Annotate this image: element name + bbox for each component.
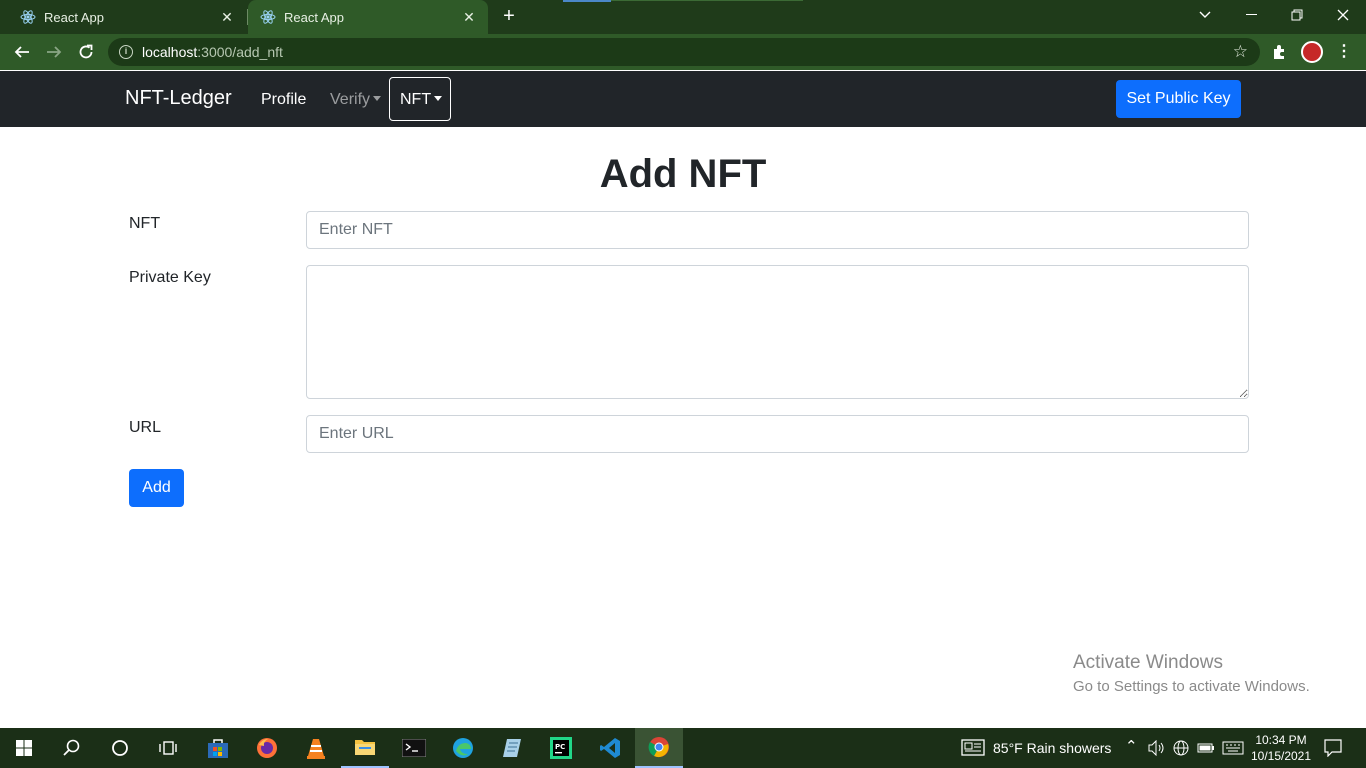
set-public-key-button[interactable]: Set Public Key xyxy=(1116,80,1241,118)
private-key-textarea[interactable] xyxy=(306,265,1249,399)
restore-icon[interactable] xyxy=(1274,0,1320,30)
react-icon xyxy=(20,10,36,24)
keyboard-icon[interactable] xyxy=(1222,741,1244,755)
reload-icon[interactable] xyxy=(74,40,98,64)
weather-text[interactable]: 85°F Rain showers xyxy=(993,740,1111,756)
nft-input[interactable] xyxy=(306,211,1249,249)
nft-label: NFT xyxy=(129,215,161,232)
browser-tab-active[interactable]: React App ✕ xyxy=(248,0,488,34)
site-info-icon[interactable]: i xyxy=(119,45,133,59)
back-arrow-icon[interactable] xyxy=(10,40,34,64)
svg-text:PC: PC xyxy=(555,743,565,751)
watermark-title: Activate Windows xyxy=(1073,652,1223,673)
app-navbar: NFT-Ledger Profile Verify NFT Set Public… xyxy=(0,71,1366,127)
new-tab-icon[interactable]: + xyxy=(499,6,519,26)
clock-time: 10:34 PM xyxy=(1255,733,1307,747)
edge-icon[interactable] xyxy=(439,728,487,768)
browser-tab-title: React App xyxy=(284,9,344,25)
caret-down-icon xyxy=(434,96,443,101)
firefox-icon[interactable] xyxy=(243,728,291,768)
browser-menu-icon[interactable]: ⋮ xyxy=(1336,42,1352,62)
tab-search-chevron-icon[interactable] xyxy=(1182,0,1228,30)
network-globe-icon[interactable] xyxy=(1173,740,1189,756)
chevron-up-icon[interactable]: ⌃ xyxy=(1125,737,1138,755)
url-label: URL xyxy=(129,419,162,436)
browser-tab[interactable]: React App ✕ xyxy=(0,0,248,34)
start-icon[interactable] xyxy=(0,728,48,768)
profile-avatar[interactable] xyxy=(1301,41,1323,63)
terminal-icon[interactable] xyxy=(390,728,438,768)
notification-center-icon[interactable] xyxy=(1324,739,1342,757)
bookmark-star-icon[interactable]: ☆ xyxy=(1233,43,1248,60)
nav-dropdown-verify[interactable]: Verify xyxy=(330,91,382,109)
volume-icon[interactable] xyxy=(1148,740,1166,756)
vlc-icon[interactable] xyxy=(292,728,340,768)
extensions-puzzle-icon[interactable] xyxy=(1270,42,1290,62)
chrome-icon[interactable] xyxy=(635,728,683,768)
page-title: Add NFT xyxy=(599,152,767,196)
url-input[interactable] xyxy=(306,415,1249,453)
tab-strip-divider xyxy=(611,0,803,1)
browser-tab-strip: React App ✕ React App ✕ + xyxy=(0,0,1366,34)
taskbar-clock[interactable]: 10:34 PM 10/15/2021 xyxy=(1250,732,1312,764)
news-weather-icon[interactable] xyxy=(961,739,985,756)
cortana-icon[interactable] xyxy=(96,728,144,768)
battery-icon[interactable] xyxy=(1197,742,1215,754)
tab-search-indicator xyxy=(563,0,611,2)
minimize-icon[interactable] xyxy=(1228,0,1274,30)
windows-taskbar: PC 85°F Rain showers ⌃ 10:34 PM 10/15/20… xyxy=(0,728,1366,768)
notepad-icon[interactable] xyxy=(488,728,536,768)
navbar-brand[interactable]: NFT-Ledger xyxy=(125,87,232,110)
browser-tab-title: React App xyxy=(44,9,104,25)
private-key-label: Private Key xyxy=(129,269,211,286)
browser-toolbar: i localhost:3000/add_nft ☆ xyxy=(0,34,1366,70)
task-view-icon[interactable] xyxy=(144,728,192,768)
file-explorer-icon[interactable] xyxy=(341,728,389,768)
activate-windows-watermark: Activate Windows Go to Settings to activ… xyxy=(1073,652,1310,695)
clock-date: 10/15/2021 xyxy=(1250,749,1312,763)
close-tab-icon[interactable]: ✕ xyxy=(460,8,478,26)
search-icon[interactable] xyxy=(48,728,96,768)
pycharm-icon[interactable]: PC xyxy=(537,728,585,768)
store-icon[interactable] xyxy=(194,728,242,768)
watermark-subtitle: Go to Settings to activate Windows. xyxy=(1073,678,1310,695)
forward-arrow-icon[interactable] xyxy=(42,40,66,64)
nav-link-profile[interactable]: Profile xyxy=(261,91,306,109)
address-bar-url[interactable]: localhost:3000/add_nft xyxy=(142,44,283,60)
nav-dropdown-nft[interactable]: NFT xyxy=(389,77,451,121)
caret-down-icon xyxy=(373,96,382,101)
react-icon xyxy=(260,10,276,24)
add-button[interactable]: Add xyxy=(129,469,184,507)
address-bar[interactable]: i localhost:3000/add_nft ☆ xyxy=(108,38,1260,66)
close-tab-icon[interactable]: ✕ xyxy=(218,8,236,26)
close-window-icon[interactable] xyxy=(1320,0,1366,30)
vscode-icon[interactable] xyxy=(586,728,634,768)
